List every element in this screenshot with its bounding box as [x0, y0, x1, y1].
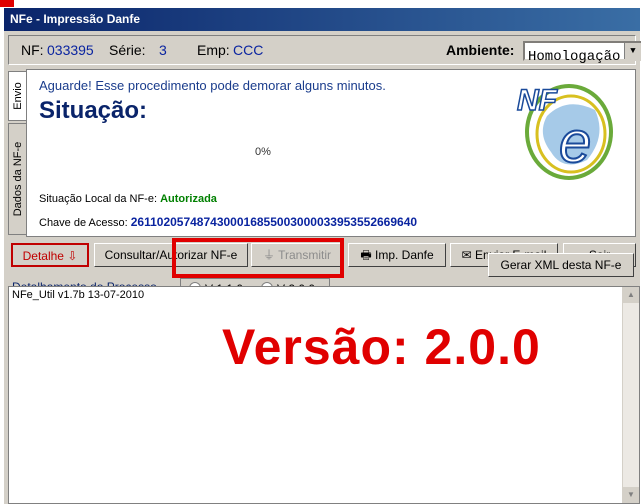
imp-danfe-button[interactable]: 🖶 Imp. Danfe [348, 243, 446, 267]
situacao-local: Situação Local da NF-e: Autorizada [39, 193, 217, 205]
envio-panel: Aguarde! Esse procedimento pode demorar … [26, 69, 636, 237]
ambiente-select[interactable]: Homologação ▼ [523, 41, 641, 65]
log-text: NFe_Util v1.7b 13-07-2010 [12, 289, 145, 301]
progress-text: 0% [255, 146, 271, 158]
chave-value: 2611020574874300016855003000033953552669… [130, 215, 418, 229]
logo-text: NF [517, 84, 558, 117]
serie-label: Série: [109, 42, 146, 58]
ambiente-value: Homologação [528, 49, 621, 65]
emp-label: Emp: [197, 42, 230, 58]
tab-dados-nfe[interactable]: Dados da NF-e [8, 123, 26, 235]
situacao-heading: Situação: [39, 97, 148, 124]
gerar-xml-button[interactable]: Gerar XML desta NF-e [488, 253, 634, 277]
tab-envio[interactable]: Envio [8, 71, 26, 121]
ambiente-label: Ambiente: [446, 42, 515, 58]
detalhe-button[interactable]: Detalhe ⇩ [11, 243, 89, 267]
tab-dados-nfe-label: Dados da NF-e [11, 141, 24, 217]
printer-icon: 🖶 [360, 248, 372, 262]
emp-value: CCC [233, 42, 264, 58]
logo-accent-text: e [559, 110, 591, 175]
serie-value: 3 [159, 42, 167, 58]
red-marker [0, 0, 14, 7]
tab-envio-label: Envio [11, 82, 24, 110]
chave-label: Chave de Acesso: [39, 217, 128, 229]
scroll-down-icon[interactable]: ▼ [623, 487, 639, 503]
version-annotation: Versão: 2.0.0 [222, 319, 541, 375]
wait-message: Aguarde! Esse procedimento pode demorar … [39, 78, 386, 93]
situacao-local-value: Autorizada [160, 193, 217, 205]
chave-acesso: Chave de Acesso: 26110205748743000168550… [39, 215, 417, 229]
version-highlight-box [172, 238, 344, 278]
gerar-xml-label: Gerar XML desta NF-e [500, 258, 622, 272]
scroll-up-icon[interactable]: ▲ [623, 287, 639, 303]
window-title: NFe - Impressão Danfe [4, 8, 640, 31]
nf-label: NF: [21, 42, 44, 58]
envelope-icon: ✉ [461, 248, 472, 262]
situacao-local-label: Situação Local da NF-e: [39, 193, 158, 205]
nf-value: 033395 [47, 42, 94, 58]
nf-info-bar: NF: 033395 Série: 3 Emp: CCC Ambiente: H… [8, 35, 641, 65]
log-scrollbar[interactable]: ▲ ▼ [622, 287, 639, 503]
imp-danfe-label: Imp. Danfe [374, 248, 434, 262]
nfe-logo-icon: NF e [516, 83, 613, 180]
chevron-down-icon[interactable]: ▼ [624, 43, 641, 59]
arrow-down-icon: ⇩ [67, 249, 78, 263]
detalhe-label: Detalhe [22, 249, 64, 263]
